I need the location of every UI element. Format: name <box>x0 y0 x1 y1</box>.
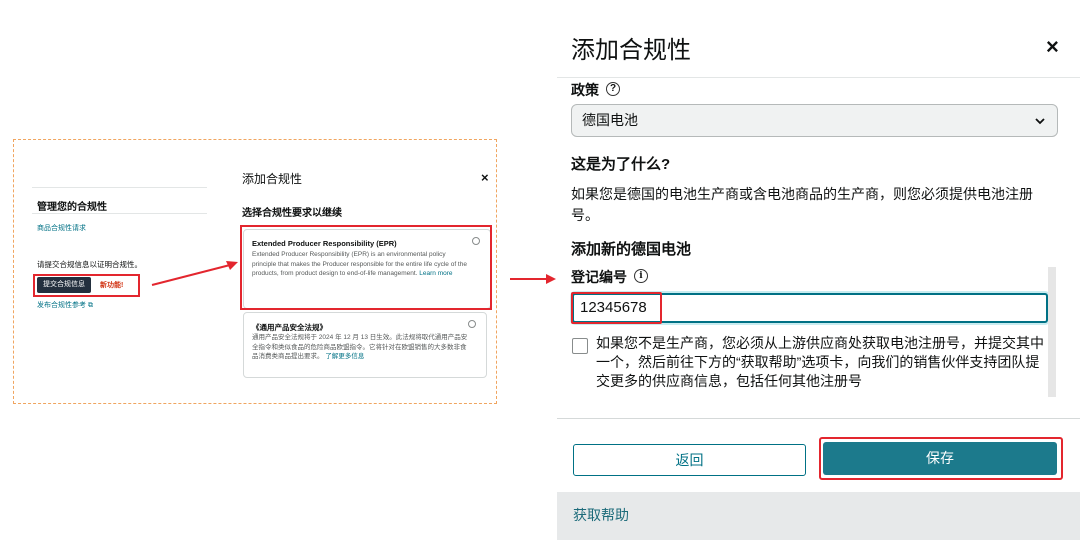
highlight-box <box>240 225 492 310</box>
back-button[interactable]: 返回 <box>573 444 806 476</box>
highlight-box <box>33 274 140 297</box>
mini-modal-title: 添加合规性 <box>242 172 303 186</box>
radio-button[interactable] <box>468 320 476 328</box>
divider <box>32 187 207 188</box>
why-title: 这是为了什么? <box>571 156 671 173</box>
arrow-icon <box>510 274 556 284</box>
option-body: 通用产品安全法规将于 2024 年 12 月 13 日生效。此法规将取代通用产品… <box>252 333 470 362</box>
policy-select[interactable]: 德国电池 <box>571 104 1058 137</box>
manage-compliance-card: 管理您的合规性 商品合规性请求 请提交合规信息以证明合规性。 提交合规信息 新功… <box>32 187 207 317</box>
publish-reference-link[interactable]: 发布合规性参考 ⧉ <box>37 300 93 310</box>
not-producer-checkbox[interactable] <box>572 338 588 354</box>
arrow-icon <box>151 261 238 286</box>
chevron-down-icon <box>1035 118 1045 125</box>
checkbox-label: 如果您不是生产商，您必须从上游供应商处获取电池注册号，并提交其中一个，然后前往下… <box>596 335 1044 389</box>
highlight-box <box>819 437 1063 480</box>
divider <box>557 418 1080 419</box>
close-icon[interactable]: × <box>481 170 489 185</box>
registration-label: 登记编号 <box>571 269 627 285</box>
modal-title: 添加合规性 <box>571 37 691 64</box>
divider <box>557 77 1080 78</box>
compliance-request-link[interactable]: 商品合规性请求 <box>37 223 86 233</box>
why-text: 如果您是德国的电池生产商或含电池商品的生产商，则您必须提供电池注册号。 <box>571 186 1033 223</box>
learn-more-link[interactable]: 了解更多信息 <box>325 353 364 360</box>
divider <box>32 213 207 214</box>
highlight-box <box>571 292 662 324</box>
add-battery-title: 添加新的德国电池 <box>571 241 692 258</box>
help-icon[interactable]: ? <box>606 82 620 96</box>
option-title: 《通用产品安全法规》 <box>252 323 327 332</box>
manage-title: 管理您的合规性 <box>37 202 107 213</box>
get-help-label: 获取帮助 <box>573 507 629 523</box>
submit-hint: 请提交合规信息以证明合规性。 <box>37 260 142 269</box>
policy-label: 政策 <box>571 82 599 98</box>
policy-value: 德国电池 <box>582 112 638 128</box>
get-help-bar[interactable]: 获取帮助 <box>557 492 1080 540</box>
option-card-gpsr[interactable]: 《通用产品安全法规》 通用产品安全法规将于 2024 年 12 月 13 日生效… <box>243 312 487 378</box>
info-icon[interactable]: i <box>634 269 648 283</box>
mini-modal-subtitle: 选择合规性要求以继续 <box>242 208 342 219</box>
close-icon[interactable]: × <box>1046 34 1059 60</box>
scrollbar[interactable] <box>1048 267 1056 397</box>
